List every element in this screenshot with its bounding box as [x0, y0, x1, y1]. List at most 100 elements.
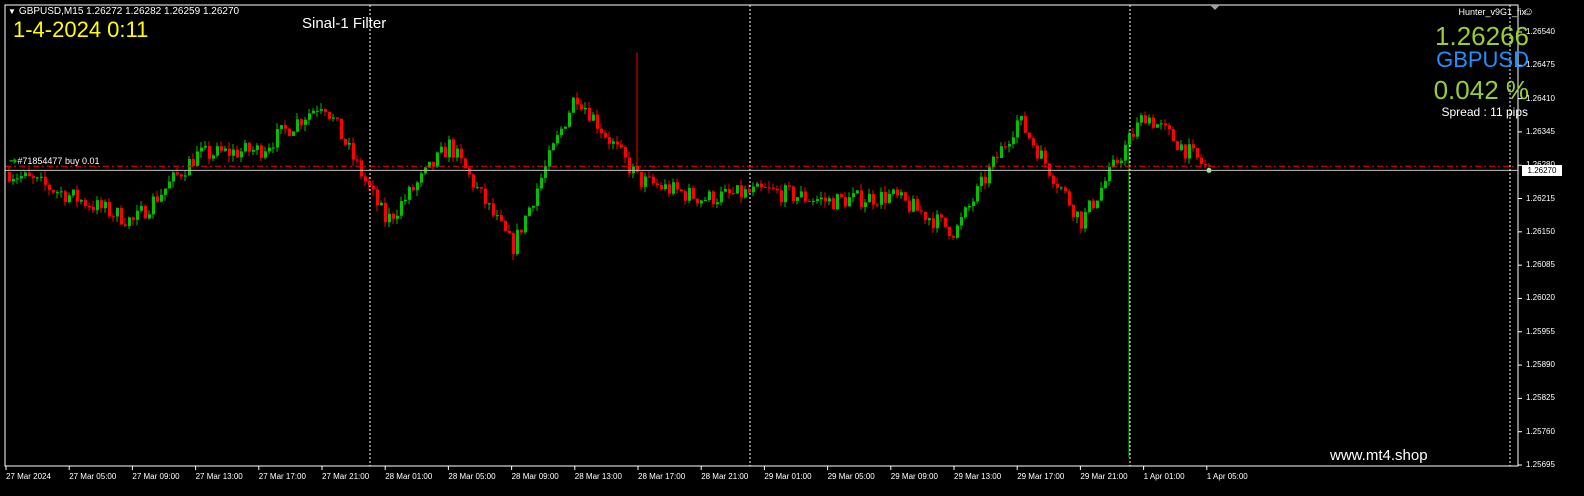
candle-body: [692, 187, 695, 199]
price-tick-label: 1.26020: [1526, 293, 1555, 303]
candle-body: [384, 202, 387, 223]
order-text: #71854477 buy 0.01: [17, 156, 100, 166]
candle-body: [1172, 129, 1175, 142]
candle-body: [644, 176, 647, 187]
candle-body: [412, 186, 415, 191]
candle-body: [244, 142, 247, 152]
candle-body: [804, 191, 807, 201]
candle-body: [652, 176, 655, 184]
time-tick-marks: [5, 466, 1208, 470]
candle-body: [468, 168, 471, 175]
candle-body: [836, 194, 839, 209]
time-tick-label: 29 Mar 21:00: [1080, 472, 1128, 481]
candle-body: [212, 155, 215, 159]
candle-body: [832, 198, 835, 209]
candle-body: [184, 175, 187, 177]
candle-body: [900, 192, 903, 196]
candle-body: [744, 189, 747, 198]
candle-body: [784, 185, 787, 203]
candle-body: [320, 109, 323, 111]
candle-body: [932, 218, 935, 229]
candle-body: [928, 218, 931, 221]
collapse-triangle-icon[interactable]: ▼: [8, 7, 16, 16]
candle-body: [1064, 187, 1067, 192]
candle-body: [176, 172, 179, 175]
candle-body: [228, 148, 231, 156]
candle-body: [68, 195, 71, 203]
candle-body: [736, 185, 739, 194]
candle-body: [420, 173, 423, 183]
candle-body: [172, 172, 175, 182]
candle-body: [620, 144, 623, 148]
price-tick-label: 1.26410: [1526, 93, 1555, 103]
candle-body: [300, 119, 303, 125]
candle-body: [1032, 138, 1035, 146]
candle-body: [208, 145, 211, 159]
candle-body: [980, 176, 983, 187]
candle-body: [772, 187, 775, 189]
candle-body: [404, 199, 407, 202]
candle-body: [860, 190, 863, 207]
candle-body: [1192, 144, 1195, 149]
candle-body: [328, 111, 331, 119]
candle-body: [724, 188, 727, 192]
candle-body: [936, 214, 939, 229]
candle-body: [500, 215, 503, 221]
smiley-icon[interactable]: ☺: [1523, 6, 1534, 18]
candle-body: [28, 172, 31, 177]
indicator-symbol: GBPUSD: [1436, 47, 1529, 72]
candle-body: [364, 176, 367, 182]
candle-body: [1164, 123, 1167, 126]
candle-body: [1096, 200, 1099, 209]
candle-body: [696, 198, 699, 204]
candle-body: [940, 214, 943, 218]
candle-body: [844, 197, 847, 207]
candle-body: [952, 236, 955, 238]
candle-body: [120, 207, 123, 225]
candle-body: [64, 191, 67, 203]
candle-body: [296, 119, 299, 132]
candle-body: [488, 203, 491, 205]
candle-body: [764, 187, 767, 189]
candle-body: [92, 206, 95, 211]
candle-body: [788, 185, 791, 187]
price-tick-label: 1.25695: [1526, 460, 1555, 469]
candle-body: [472, 174, 475, 188]
candle-body: [100, 200, 103, 209]
candle-body: [968, 206, 971, 208]
candle-body: [164, 188, 167, 195]
price-tick-label: 1.26475: [1526, 60, 1555, 70]
candle-body: [448, 139, 451, 158]
candle-body: [912, 198, 915, 212]
candle-body: [168, 181, 171, 189]
candle-body: [348, 142, 351, 145]
candle-body: [352, 142, 355, 160]
candle-body: [1036, 145, 1039, 159]
candle-body: [1108, 166, 1111, 182]
candle-body: [796, 197, 799, 201]
candle-body: [504, 220, 507, 231]
candle-body: [312, 110, 315, 114]
candle-body: [892, 189, 895, 195]
candle-body: [216, 146, 219, 156]
candle-body: [508, 230, 511, 234]
candle-body: [336, 117, 339, 119]
price-chart[interactable]: [0, 0, 1584, 496]
candle-body: [288, 128, 291, 136]
time-tick-label: 1 Apr 05:00: [1206, 472, 1248, 481]
candle-body: [992, 156, 995, 168]
candle-body: [152, 196, 155, 215]
candle-body: [760, 183, 763, 188]
candle-body: [32, 176, 35, 179]
candle-body: [224, 148, 227, 151]
candle-body: [436, 152, 439, 167]
candle-body: [452, 139, 455, 158]
candle-body: [616, 141, 619, 145]
candle-body: [1080, 211, 1083, 229]
order-label[interactable]: ➔#71854477 buy 0.01: [9, 156, 99, 167]
shift-marker: [1210, 5, 1220, 10]
candle-body: [360, 160, 363, 177]
candle-body: [144, 206, 147, 219]
candle-body: [896, 189, 899, 196]
candle-body: [1048, 163, 1051, 176]
